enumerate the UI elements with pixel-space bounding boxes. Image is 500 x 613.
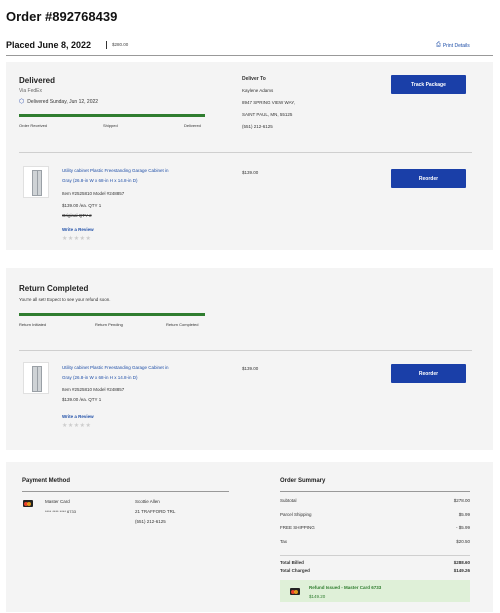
item2-rating-stars[interactable]: ★★★★★ (62, 422, 91, 429)
shipment-status: Delivered (19, 76, 56, 85)
summary-total-divider (280, 555, 470, 556)
item1-name-line-1[interactable]: Utility cabinet Plastic Freestanding Gar… (62, 168, 169, 173)
billing-name: Scottie Allen (135, 499, 160, 504)
order-title: Order #892768439 (6, 9, 118, 24)
payment-divider (22, 491, 229, 492)
return-step-1: Return Initiated (19, 322, 47, 327)
item2-price-qty: $139.00 /ea. QTY 1 (62, 397, 102, 402)
placed-date: Placed June 8, 2022 (6, 40, 92, 50)
item1-rating-stars[interactable]: ★★★★★ (62, 235, 91, 242)
item2-name-line-2[interactable]: Gray (26.8-in W x 68-in H x 14.8-in D) (62, 375, 138, 380)
payment-method-title: Payment Method (22, 478, 71, 484)
summary-label: Subtotal (280, 498, 297, 503)
item2-reorder-button[interactable]: Reorder (391, 364, 466, 383)
payment-summary-panel: Payment Method Master Card **** **** ***… (6, 462, 493, 612)
item2-name-line-1[interactable]: Utility cabinet Plastic Freestanding Gar… (62, 365, 169, 370)
return-message: You're all set! Expect to see your refun… (19, 297, 111, 302)
item2-number: Item #2525810 Model #248857 (62, 387, 125, 392)
return-step-2: Return Pending (95, 322, 123, 327)
card-name: Master Card (45, 499, 70, 504)
billing-phone: (551) 212-6125 (135, 519, 166, 524)
refund-amount: $149.20 (309, 594, 326, 599)
print-details-link[interactable]: ⎙ Print Details (436, 42, 470, 49)
delivered-date: Delivered Sunday, Jun 12, 2022 (27, 98, 99, 105)
print-details-label: Print Details (442, 42, 470, 49)
total-billed-label: Total Billed (280, 560, 304, 565)
summary-value: $5.99 (458, 512, 470, 517)
address-line-3: SAINT PAUL, MN, 55125 (242, 112, 293, 117)
summary-row-tax: Tax $20.50 (280, 539, 470, 544)
return-progress-bar (19, 313, 205, 316)
address-line-2: 8947 SPRING VIEW WAY, (242, 100, 295, 105)
item1-price-qty: $139.00 /ea. QTY 1 (62, 203, 102, 208)
address-line-1: Kaylene Adams (242, 88, 274, 93)
shipment-panel: Delivered Via FedEx ⬡ Delivered Sunday, … (6, 62, 493, 250)
summary-value: $278.00 (453, 498, 470, 503)
summary-row-shipping: Parcel Shipping $5.99 (280, 512, 470, 517)
track-package-button[interactable]: Track Package (391, 75, 466, 94)
card-number: **** **** **** 6733 (45, 509, 76, 514)
item1-line-total: $139.00 (242, 170, 259, 175)
cabinet-image[interactable] (23, 362, 49, 394)
address-line-4: (551) 212-6125 (242, 124, 273, 129)
printer-icon: ⎙ (436, 42, 441, 48)
header-divider (6, 55, 493, 56)
carrier: Via FedEx (19, 88, 42, 94)
shipment-step-1: Order Received (19, 123, 48, 128)
shipment-step-3: Delivered (184, 123, 201, 128)
deliver-to-label: Deliver To (242, 76, 266, 82)
item1-original-qty: Original QTY 2 (62, 213, 92, 218)
shipment-item-divider (19, 152, 472, 153)
placed-total: $280.00 (112, 42, 129, 47)
total-charged-value: $149.26 (453, 568, 470, 573)
total-billed-value: $288.60 (453, 560, 470, 565)
summary-value: $20.50 (456, 539, 470, 544)
cabinet-image[interactable] (23, 166, 49, 198)
mastercard-icon (23, 500, 33, 507)
box-icon: ⬡ (19, 99, 25, 105)
billing-address: 21 TRAFFORD TRL (135, 509, 176, 514)
item1-name-line-2[interactable]: Gray (26.8-in W x 68-in H x 14.8-in D) (62, 178, 138, 183)
summary-label: Tax (280, 539, 288, 544)
summary-label: Parcel Shipping (280, 512, 312, 517)
return-item-divider (19, 350, 472, 351)
return-panel: Return Completed You're all set! Expect … (6, 268, 493, 450)
placed-divider (106, 41, 107, 49)
order-summary-title: Order Summary (280, 478, 326, 484)
item1-number: Item #2525810 Model #248857 (62, 191, 125, 196)
summary-row-free-shipping: FREE SHIPPING - $5.99 (280, 525, 470, 530)
item2-line-total: $139.00 (242, 366, 259, 371)
item1-write-review-link[interactable]: Write a Review (62, 227, 94, 232)
total-charged-label: Total Charged (280, 568, 310, 573)
item1-reorder-button[interactable]: Reorder (391, 169, 466, 188)
shipment-step-2: Shipped (103, 123, 118, 128)
summary-row-total-charged: Total Charged $149.26 (280, 568, 470, 573)
summary-label: FREE SHIPPING (280, 525, 315, 530)
item2-write-review-link[interactable]: Write a Review (62, 414, 94, 419)
mastercard-icon (290, 588, 300, 595)
delivered-date-row: ⬡ Delivered Sunday, Jun 12, 2022 (19, 98, 99, 106)
refund-label: Refund Issued - Master Card 6733 (309, 585, 382, 590)
return-step-3: Return Completed (166, 322, 199, 327)
return-status: Return Completed (19, 284, 89, 293)
refund-banner: Refund Issued - Master Card 6733 $149.20 (280, 580, 470, 602)
summary-value: - $5.99 (455, 525, 470, 530)
summary-divider (280, 491, 470, 492)
summary-row-total-billed: Total Billed $288.60 (280, 560, 470, 565)
summary-row-subtotal: Subtotal $278.00 (280, 498, 470, 503)
shipment-progress-bar (19, 114, 205, 117)
